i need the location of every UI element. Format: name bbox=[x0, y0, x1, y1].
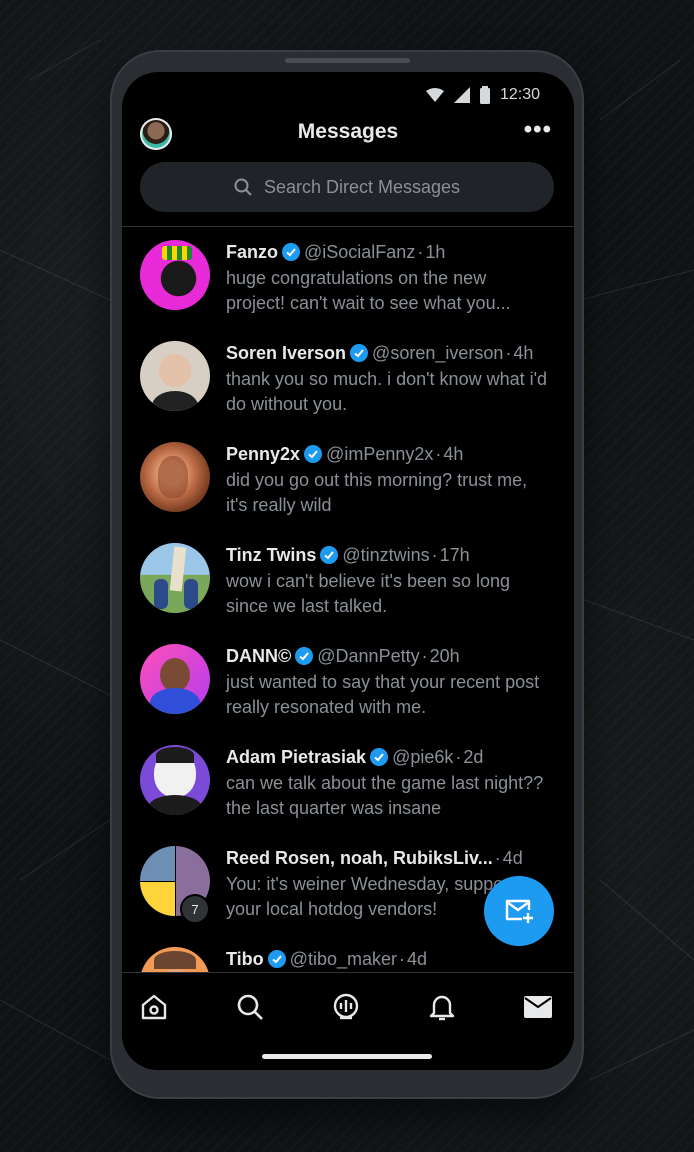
conversation-name: Tinz Twins bbox=[226, 545, 317, 565]
conversation-preview: did you go out this morning? trust me, i… bbox=[226, 470, 528, 515]
search-icon bbox=[237, 994, 263, 1020]
conversation-time: 4h bbox=[513, 343, 534, 363]
conversation-preview: wow i can't believe it's been so long si… bbox=[226, 571, 511, 616]
more-options-button[interactable]: ••• bbox=[524, 116, 552, 144]
conversation-name: Adam Pietrasiak bbox=[226, 747, 367, 767]
avatar bbox=[140, 442, 210, 512]
spaces-icon bbox=[333, 993, 359, 1020]
conversation-row[interactable]: Penny2x @imPenny2x · 4h did you go out t… bbox=[122, 434, 574, 535]
bottom-navigation bbox=[122, 972, 574, 1070]
nav-notifications[interactable] bbox=[424, 989, 460, 1025]
conversation-preview: just wanted to say that your recent post… bbox=[226, 672, 540, 717]
verified-badge-icon bbox=[282, 243, 300, 261]
battery-icon bbox=[479, 86, 490, 104]
conversation-name: Penny2x bbox=[226, 444, 301, 464]
avatar bbox=[140, 341, 210, 411]
avatar bbox=[140, 543, 210, 613]
conversation-row[interactable]: Soren Iverson @soren_iverson · 4h thank … bbox=[122, 333, 574, 434]
conversation-preview: can we talk about the game last night?? … bbox=[226, 773, 544, 818]
notifications-icon bbox=[429, 995, 455, 1021]
conversation-time: 17h bbox=[439, 545, 470, 565]
page-title: Messages bbox=[297, 120, 399, 143]
conversation-preview: huge congratulations on the new project!… bbox=[226, 268, 511, 313]
nav-search[interactable] bbox=[232, 989, 268, 1025]
conversation-row[interactable]: DANN© @DannPetty · 20h just wanted to sa… bbox=[122, 636, 574, 737]
group-count-badge: 7 bbox=[180, 894, 210, 924]
conversation-handle: @iSocialFanz bbox=[304, 242, 416, 262]
signal-icon bbox=[453, 87, 470, 103]
conversation-name: Tibo bbox=[226, 949, 264, 969]
conversation-time: 2d bbox=[463, 747, 484, 767]
status-bar: 12:30 bbox=[425, 84, 540, 106]
new-message-icon bbox=[505, 899, 533, 923]
conversation-handle: @pie6k bbox=[392, 747, 454, 767]
verified-badge-icon bbox=[295, 647, 314, 665]
verified-badge-icon bbox=[320, 546, 339, 564]
phone-screen: 12:30 Messages ••• Search Direct Message… bbox=[122, 72, 574, 1070]
avatar bbox=[140, 644, 210, 714]
verified-badge-icon bbox=[370, 748, 389, 766]
search-placeholder: Search Direct Messages bbox=[263, 176, 461, 197]
conversation-time: 20h bbox=[429, 646, 460, 666]
conversation-handle: @imPenny2x bbox=[326, 444, 434, 464]
conversation-row[interactable]: Fanzo @iSocialFanz · 1h huge congratulat… bbox=[122, 232, 574, 333]
conversation-handle: @tinztwins bbox=[342, 545, 430, 565]
conversation-time: 1h bbox=[425, 242, 446, 262]
nav-messages[interactable] bbox=[520, 989, 556, 1025]
conversation-handle: @tibo_maker bbox=[289, 949, 397, 969]
divider bbox=[122, 226, 574, 227]
verified-badge-icon bbox=[267, 950, 286, 968]
conversation-time: 4d bbox=[407, 949, 428, 969]
conversation-handle: @soren_iverson bbox=[372, 343, 504, 363]
home-icon bbox=[141, 994, 167, 1020]
nav-home[interactable] bbox=[136, 989, 172, 1025]
conversation-name: Reed Rosen, noah, RubiksLiv... bbox=[226, 848, 493, 868]
status-time: 12:30 bbox=[499, 86, 540, 103]
new-message-button[interactable] bbox=[484, 876, 554, 946]
conversation-row[interactable]: Adam Pietrasiak @pie6k · 2d can we talk … bbox=[122, 737, 574, 838]
conversation-name: DANN© bbox=[226, 646, 292, 666]
conversation-time: 4h bbox=[443, 444, 464, 464]
nav-spaces[interactable] bbox=[328, 989, 364, 1025]
verified-badge-icon bbox=[350, 344, 369, 362]
conversation-row[interactable]: Tinz Twins @tinztwins · 17h wow i can't … bbox=[122, 535, 574, 636]
messages-icon bbox=[524, 996, 552, 1018]
wifi-icon bbox=[425, 88, 444, 102]
verified-badge-icon bbox=[304, 445, 323, 463]
conversation-name: Soren Iverson bbox=[226, 343, 347, 363]
phone-speaker bbox=[285, 58, 410, 63]
conversation-name: Fanzo bbox=[226, 242, 278, 262]
avatar bbox=[140, 240, 210, 310]
home-indicator[interactable] bbox=[262, 1054, 432, 1059]
search-input[interactable]: Search Direct Messages bbox=[140, 162, 554, 212]
search-icon bbox=[234, 178, 252, 196]
avatar bbox=[140, 745, 210, 815]
header: Messages ••• bbox=[122, 116, 574, 158]
conversation-preview: thank you so much. i don't know what i'd… bbox=[226, 369, 548, 414]
conversation-time: 4d bbox=[502, 848, 523, 868]
conversation-handle: @DannPetty bbox=[317, 646, 420, 666]
